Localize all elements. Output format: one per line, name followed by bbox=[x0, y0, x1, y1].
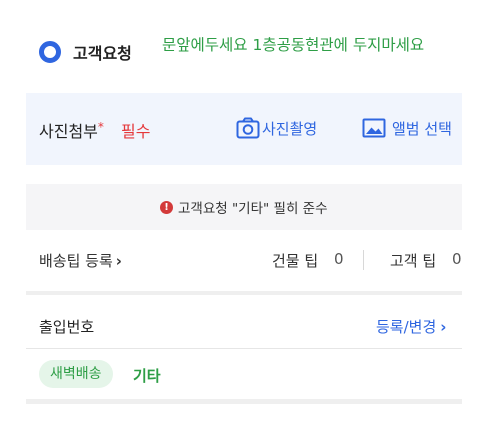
required-text: 필수 bbox=[121, 122, 151, 141]
warning-icon: ! bbox=[160, 200, 173, 214]
radio-selected-icon bbox=[39, 41, 61, 63]
building-tip-label: 건물 팁 bbox=[272, 252, 319, 270]
select-album-button[interactable]: 앨범 선택 bbox=[362, 116, 452, 140]
register-change-button[interactable]: 등록/변경 › bbox=[376, 316, 446, 337]
photo-attach-title: 사진첨부 bbox=[39, 122, 98, 141]
register-tip-label: 배송팁 등록 bbox=[39, 252, 113, 270]
customer-request-label: 고객요청 bbox=[73, 44, 132, 63]
customer-request-text: 문앞에두세요 1층공동현관에 두지마세요 bbox=[162, 36, 425, 54]
row-divider bbox=[26, 348, 462, 349]
register-tip-button[interactable]: 배송팁 등록 › bbox=[39, 250, 122, 271]
photo-attach-label: 사진첨부* bbox=[39, 118, 104, 142]
tip-divider bbox=[363, 250, 364, 270]
warning-message: ! 고객요청 "기타" 필히 준수 bbox=[160, 197, 328, 217]
customer-tip-count: 0 bbox=[452, 250, 462, 268]
dawn-delivery-tag: 새벽배송 bbox=[39, 360, 113, 388]
chevron-right-icon: › bbox=[440, 318, 447, 336]
section-divider bbox=[26, 291, 462, 295]
section-divider bbox=[26, 399, 462, 404]
chevron-right-icon: › bbox=[115, 252, 122, 270]
image-icon bbox=[362, 118, 386, 138]
required-star: * bbox=[97, 120, 104, 134]
etc-tag: 기타 bbox=[133, 367, 161, 385]
select-album-label: 앨범 선택 bbox=[392, 119, 452, 138]
warning-text: 고객요청 "기타" 필히 준수 bbox=[178, 201, 328, 217]
entrance-number-label: 출입번호 bbox=[39, 318, 95, 336]
building-tip-count: 0 bbox=[334, 250, 344, 268]
take-photo-button[interactable]: 사진촬영 bbox=[236, 116, 317, 140]
customer-tip-label: 고객 팁 bbox=[390, 252, 437, 270]
take-photo-label: 사진촬영 bbox=[262, 119, 318, 138]
register-change-label: 등록/변경 bbox=[376, 318, 437, 336]
camera-icon bbox=[236, 117, 260, 139]
